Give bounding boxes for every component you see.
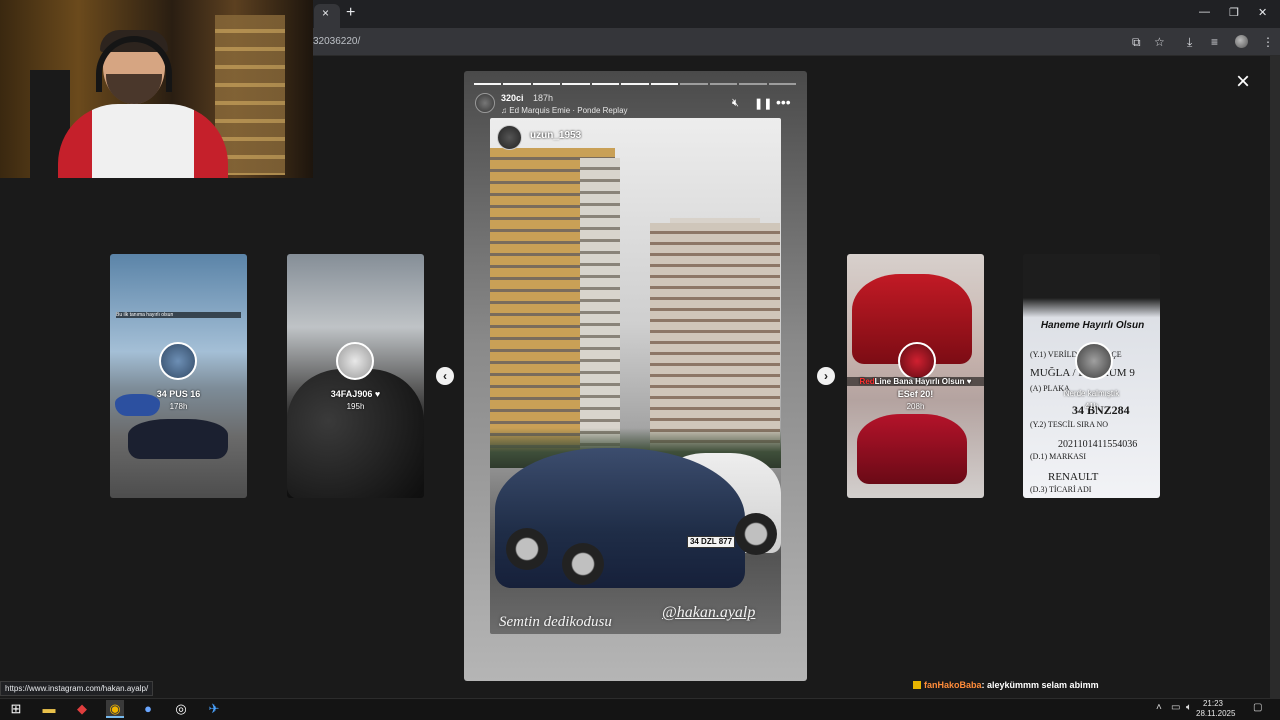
story-caption: Semtin dedikodusu	[499, 614, 612, 630]
clock-time: 21:23	[1202, 699, 1224, 708]
page-scrollbar[interactable]	[1270, 56, 1280, 698]
progress-segment	[650, 83, 679, 85]
car-wheel	[735, 513, 777, 555]
network-icon[interactable]: ▭	[1171, 702, 1180, 713]
story-handle: 34 PUS 16	[156, 389, 201, 399]
file-explorer-icon[interactable]: ▬	[40, 700, 58, 718]
license-plate: 34 DZL 877	[687, 536, 735, 548]
story-author-username[interactable]: 320ci	[501, 93, 524, 103]
clock-date: 28.11.2025	[1196, 709, 1236, 718]
apartment-tower-side	[580, 158, 620, 468]
story-handle: Nerde kalmıştık	[1063, 389, 1120, 398]
story-author-avatar[interactable]	[475, 93, 495, 113]
story-time: 41h	[1084, 402, 1099, 411]
story-time: 195h	[346, 402, 365, 411]
restore-icon[interactable]: ❐	[1229, 6, 1239, 19]
story-time: 178h	[169, 402, 188, 411]
progress-segment	[591, 83, 620, 85]
minimize-icon[interactable]: —	[1199, 6, 1210, 18]
mention-username[interactable]: uzun_1953	[530, 130, 581, 141]
car-image	[128, 419, 228, 459]
car-wheel	[562, 543, 604, 585]
story-timestamp: 187h	[533, 93, 554, 103]
mention-link[interactable]: @hakan.ayalp	[662, 604, 755, 622]
story-sticker: Bu ilk tanıma hayırlı olsun	[116, 312, 241, 318]
taskbar-clock[interactable]: 21:23 28.11.2025	[1196, 699, 1236, 719]
progress-segment	[474, 83, 502, 85]
chat-username: fanHakoBaba	[924, 680, 982, 690]
tray-chevron-icon[interactable]: ˄	[1156, 702, 1162, 713]
notification-icon[interactable]: ▢	[1253, 702, 1262, 713]
document-line: (Y.2) TESCİL SIRA NO	[1030, 420, 1109, 429]
obs-icon[interactable]: ◎	[172, 700, 190, 718]
progress-segment	[680, 83, 708, 85]
taskbar	[0, 698, 1280, 720]
chat-message: fanHakoBaba: aleykümmm selam abimm	[913, 680, 1099, 690]
progress-segment	[621, 83, 649, 85]
story-banner: RedLine Bana Hayırlı Olsun ♥	[847, 377, 984, 386]
next-story-button[interactable]: ›	[817, 367, 835, 385]
story-music-text: Ed Marquis Emie · Ponde Replay	[509, 106, 628, 115]
star-icon[interactable]: ☆	[1154, 35, 1165, 49]
window-close-icon[interactable]: ✕	[1258, 6, 1267, 19]
story-banner-text: Line Bana Hayırlı Olsun ♥	[874, 377, 972, 386]
document-line: 2021101411554036	[1058, 439, 1138, 450]
new-tab-button[interactable]: +	[346, 4, 355, 22]
progress-segment	[503, 83, 531, 85]
more-options-icon[interactable]: •••	[776, 94, 791, 110]
pause-icon[interactable]: ❚❚	[754, 97, 772, 110]
progress-segment	[532, 83, 561, 85]
tab-close-icon[interactable]: ×	[322, 6, 329, 20]
menu-icon[interactable]: ⋮	[1262, 35, 1274, 49]
document-line: (D.1) MARKASI	[1030, 452, 1086, 461]
story-avatar[interactable]	[159, 342, 197, 380]
media-icon[interactable]: ≡	[1211, 35, 1218, 49]
car-wheel	[506, 528, 548, 570]
story-music-label[interactable]: ♫ Ed Marquis Emie · Ponde Replay	[501, 106, 628, 115]
volume-icon[interactable]: 🔈︎	[1186, 702, 1192, 713]
webcam-overlay	[0, 0, 313, 178]
story-avatar[interactable]	[1075, 342, 1113, 380]
streamer-shirt	[58, 104, 228, 178]
mute-icon[interactable]: 🔇︎	[732, 97, 739, 110]
story-handle: ESef 20!	[897, 389, 934, 399]
document-line: (D.3) TİCARİ ADI	[1030, 485, 1092, 494]
story-avatar[interactable]	[898, 342, 936, 380]
app-icon[interactable]: ◆	[73, 700, 91, 718]
screen: × + — ❐ ✕ 32036220/ ⧉ ☆ ⤓ ≡ ⋮ × Bu ilk t…	[0, 0, 1280, 720]
story-banner-red: Red	[859, 377, 875, 386]
mention-link-text: @hakan.ayalp	[662, 604, 756, 621]
app-icon[interactable]: ✈	[205, 700, 223, 718]
chat-text: : aleykümmm selam abimm	[981, 680, 1099, 690]
progress-segment	[562, 83, 590, 85]
story-handle: 34FAJ906 ♥	[330, 389, 381, 399]
story-avatar[interactable]	[336, 342, 374, 380]
story-time: 208h	[906, 402, 925, 411]
chrome-icon[interactable]: ◉	[106, 700, 124, 718]
profile-icon[interactable]	[1235, 35, 1248, 48]
install-app-icon[interactable]: ⧉	[1132, 35, 1141, 50]
red-car-image	[857, 414, 967, 484]
progress-segment	[768, 83, 796, 85]
apartment-tower	[650, 223, 780, 458]
progress-segment	[709, 83, 738, 85]
download-icon[interactable]: ⤓	[1187, 35, 1192, 50]
document-title: Haneme Hayırlı Olsun	[1040, 320, 1145, 331]
music-icon: ♫	[501, 106, 510, 115]
document-line: RENAULT	[1048, 471, 1099, 483]
viewer-close-icon[interactable]: ×	[1236, 70, 1250, 94]
mention-avatar[interactable]	[497, 125, 522, 150]
windows-start-icon[interactable]: ⊞	[7, 700, 25, 718]
chat-badge-icon	[913, 681, 921, 689]
progress-segment	[739, 83, 767, 85]
shared-story-photo[interactable]: 34 DZL 877	[490, 118, 781, 634]
app-icon[interactable]: ●	[139, 700, 157, 718]
address-bar-url[interactable]: 32036220/	[313, 36, 360, 47]
link-status-url: https://www.instagram.com/hakan.ayalp/	[0, 681, 154, 696]
previous-story-button[interactable]: ‹	[436, 367, 454, 385]
